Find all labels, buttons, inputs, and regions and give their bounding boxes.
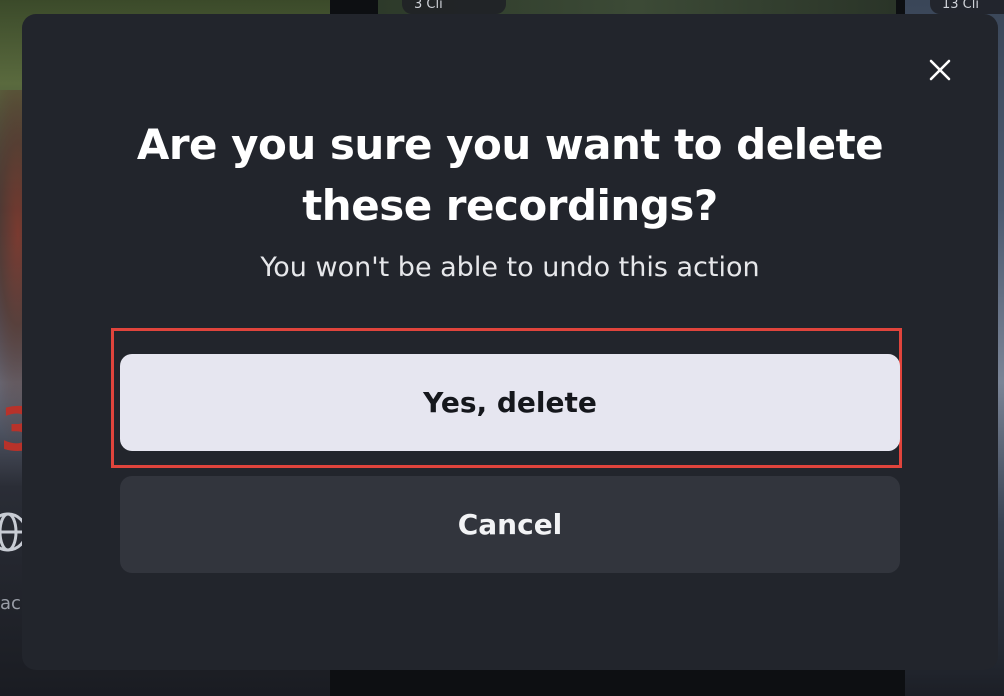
background-clip-count-badge: 13 Cli xyxy=(930,0,1004,14)
background-jersey-number: 3 xyxy=(0,395,24,465)
dialog-title-line-2: these recordings? xyxy=(302,181,718,230)
close-icon[interactable] xyxy=(926,56,954,84)
confirm-delete-button[interactable]: Yes, delete xyxy=(120,354,900,451)
cancel-button[interactable]: Cancel xyxy=(120,476,900,573)
background-clip-count-badge: 3 Cli xyxy=(402,0,506,14)
delete-confirmation-dialog: Are you sure you want to delete these re… xyxy=(22,14,998,670)
background-caption-left: ac xyxy=(0,593,21,614)
dialog-subtitle: You won't be able to undo this action xyxy=(260,252,760,283)
dialog-title-line-1: Are you sure you want to delete xyxy=(136,120,884,169)
globe-icon xyxy=(0,508,22,556)
dialog-title: Are you sure you want to delete these re… xyxy=(22,114,998,236)
